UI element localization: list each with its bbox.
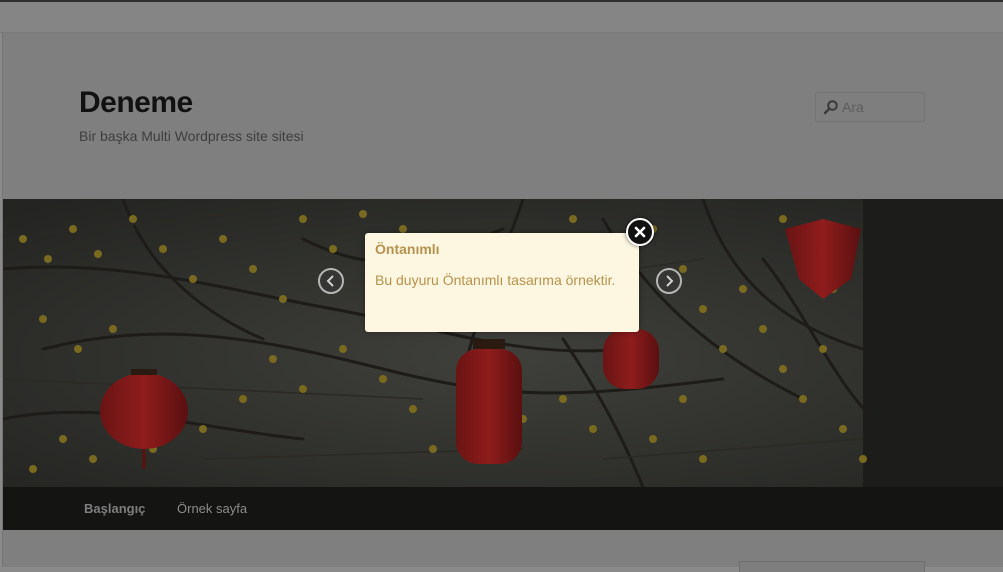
search-icon xyxy=(823,100,838,115)
site-description: Bir başka Multi Wordpress site sitesi xyxy=(79,128,304,144)
search-box[interactable] xyxy=(815,92,925,122)
top-strip xyxy=(0,0,1003,33)
notice-popup: Öntanımlı Bu duyuru Öntanımlı tasarıma ö… xyxy=(365,233,639,332)
nav-item-home[interactable]: Başlangıç xyxy=(84,501,145,516)
close-button[interactable] xyxy=(626,218,654,246)
site-title[interactable]: Deneme xyxy=(79,86,193,120)
notice-text: Bu duyuru Öntanımlı tasarıma örnektir. xyxy=(375,272,616,288)
content-area xyxy=(3,530,1003,572)
close-icon xyxy=(634,226,646,238)
main-navigation: Başlangıç Örnek sayfa xyxy=(3,487,1003,530)
previous-button[interactable] xyxy=(318,268,344,294)
nav-item-sample-page[interactable]: Örnek sayfa xyxy=(177,501,247,516)
next-button[interactable] xyxy=(656,268,682,294)
site-header: Deneme Bir başka Multi Wordpress site si… xyxy=(3,33,1003,199)
notice-title: Öntanımlı xyxy=(375,241,440,257)
chevron-right-icon xyxy=(666,275,674,287)
chevron-left-icon xyxy=(326,275,334,287)
search-input[interactable] xyxy=(842,93,922,121)
